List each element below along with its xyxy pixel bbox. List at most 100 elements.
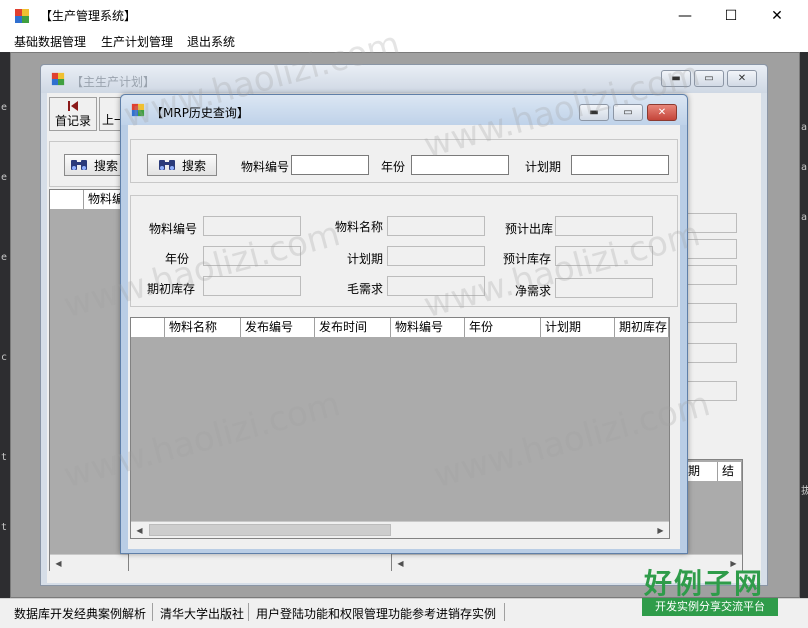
detail-expected-out-field [555, 216, 653, 236]
grid-column-header[interactable]: 物料编号 [391, 318, 465, 337]
scroll-left-icon[interactable]: ◀ [131, 522, 148, 539]
search-material-code-label: 物料编号 [241, 160, 290, 174]
grid-column-header[interactable]: 物料名称 [165, 318, 241, 337]
grid-column-header[interactable]: 期初库存 [615, 318, 669, 337]
scroll-left-icon[interactable]: ◀ [50, 555, 67, 572]
detail-material-code-label: 物料编号 [149, 222, 198, 236]
code-fragment: c [1, 352, 8, 363]
menu-exit-system[interactable]: 退出系统 [187, 33, 235, 50]
app-icon [15, 9, 29, 23]
search-material-code-input[interactable] [291, 155, 369, 175]
window-icon [51, 72, 65, 86]
maximize-icon: ▭ [623, 107, 633, 118]
grid-column-header[interactable]: 期 [684, 462, 718, 481]
mrp-history-window: 【MRP历史查询】 ▬ ▭ ✕ 搜索 物料编号 年份 计划期 物料编号 物料名称… [120, 94, 688, 554]
detail-gross-demand-field [387, 276, 485, 296]
scroll-thumb[interactable] [149, 524, 391, 536]
search-period-label: 计划期 [525, 160, 562, 174]
status-book-title: 数据库开发经典案例解析 [14, 607, 147, 621]
minimize-button[interactable]: — [662, 0, 708, 31]
detail-period-field [387, 246, 485, 266]
close-icon: ✕ [771, 7, 783, 24]
maximize-icon: ▭ [704, 73, 714, 84]
detail-year-field [203, 246, 301, 266]
mrp-detail-group: 物料编号 物料名称 预计出库 年份 计划期 预计库存 期初库存 毛需求 净需求 [130, 195, 678, 307]
grid-column-header[interactable]: 计划期 [541, 318, 615, 337]
maximize-button[interactable]: ☐ [708, 0, 754, 31]
plan-field [687, 213, 737, 233]
minimize-icon: ▬ [671, 73, 681, 84]
code-fragment: e [1, 252, 8, 263]
mrp-minimize-button[interactable]: ▬ [579, 104, 609, 121]
detail-expected-stock-label: 预计库存 [503, 252, 552, 266]
detail-material-name-field [387, 216, 485, 236]
title-bar[interactable]: 【生产管理系统】 — ☐ ✕ [0, 0, 808, 31]
code-fragment: e [1, 102, 8, 113]
first-record-button[interactable]: 首记录 [49, 97, 97, 131]
detail-expected-stock-field [555, 246, 653, 266]
grid-column-header[interactable]: 发布时间 [315, 318, 391, 337]
mrp-window-body: 搜索 物料编号 年份 计划期 物料编号 物料名称 预计出库 年份 计划期 预计库… [128, 125, 680, 549]
first-record-label: 首记录 [54, 113, 91, 128]
plan-search-button[interactable]: 搜索 [64, 154, 124, 176]
first-record-icon [68, 100, 78, 111]
code-fragment: a [801, 122, 808, 133]
menu-bar: 基础数据管理 生产计划管理 退出系统 [0, 31, 808, 52]
window-title: 【生产管理系统】 [40, 9, 137, 23]
mrp-history-grid[interactable]: 物料名称 发布编号 发布时间 物料编号 年份 计划期 期初库存 ◀ ▶ [130, 317, 670, 539]
brand-name: 好例子网 [644, 567, 765, 600]
mrp-grid-header: 物料名称 发布编号 发布时间 物料编号 年份 计划期 期初库存 [131, 318, 669, 337]
plan-search-group: 搜索 [49, 141, 129, 187]
grid-column-header[interactable]: 发布编号 [241, 318, 315, 337]
maximize-icon: ☐ [724, 7, 738, 24]
close-icon: ✕ [737, 73, 747, 84]
brand-logo: 好例子网 开发实例分享交流平台 [642, 562, 778, 618]
detail-net-demand-field [555, 278, 653, 298]
minimize-icon: — [678, 7, 692, 24]
grid-column-header[interactable]: 结 [718, 462, 742, 481]
detail-opening-stock-field [203, 276, 301, 296]
menu-production-plan[interactable]: 生产计划管理 [101, 33, 173, 50]
mrp-search-group: 搜索 物料编号 年份 计划期 [130, 139, 678, 183]
detail-year-label: 年份 [165, 252, 190, 266]
plan-field [687, 265, 737, 285]
scroll-left-icon[interactable]: ◀ [392, 555, 409, 572]
close-button[interactable]: ✕ [754, 0, 800, 31]
mrp-window-title-bar[interactable]: 【MRP历史查询】 ▬ ▭ ✕ [121, 95, 687, 125]
grid-row-header [131, 318, 165, 337]
plan-close-button[interactable]: ✕ [727, 70, 757, 87]
plan-window-title-bar[interactable]: 【主生产计划】 ▬ ▭ ✕ [41, 65, 767, 93]
plan-minimize-button[interactable]: ▬ [661, 70, 691, 87]
mrp-maximize-button[interactable]: ▭ [613, 104, 643, 121]
detail-net-demand-label: 净需求 [515, 284, 552, 298]
grid-row-header [50, 190, 84, 209]
grid-column-header[interactable]: 年份 [465, 318, 541, 337]
detail-period-label: 计划期 [347, 252, 384, 266]
brand-slogan: 开发实例分享交流平台 [642, 598, 778, 616]
menu-basic-data[interactable]: 基础数据管理 [14, 33, 86, 50]
detail-material-code-field [203, 216, 301, 236]
status-publisher: 清华大学出版社 [160, 607, 245, 621]
code-fragment: t [1, 452, 8, 463]
plan-field [687, 381, 737, 401]
binoculars-icon [158, 160, 175, 170]
mrp-search-button[interactable]: 搜索 [147, 154, 217, 176]
plan-grid-hscroll[interactable]: ◀ [50, 554, 128, 571]
status-divider [248, 603, 249, 621]
status-divider [504, 603, 505, 621]
plan-grid[interactable]: 物料编 ◀ [49, 189, 129, 571]
window-icon [131, 103, 145, 117]
search-year-input[interactable] [411, 155, 509, 175]
search-period-input[interactable] [571, 155, 669, 175]
code-fragment: a [801, 212, 808, 223]
minimize-icon: ▬ [589, 107, 599, 118]
detail-expected-out-label: 预计出库 [505, 222, 554, 236]
mrp-close-button[interactable]: ✕ [647, 104, 677, 121]
code-fragment: t [1, 522, 8, 533]
plan-maximize-button[interactable]: ▭ [694, 70, 724, 87]
scroll-right-icon[interactable]: ▶ [652, 522, 669, 539]
mrp-grid-hscroll[interactable]: ◀ ▶ [131, 521, 669, 538]
plan-field [687, 343, 737, 363]
code-fragment: 拔 [801, 486, 808, 497]
close-icon: ✕ [657, 107, 667, 118]
